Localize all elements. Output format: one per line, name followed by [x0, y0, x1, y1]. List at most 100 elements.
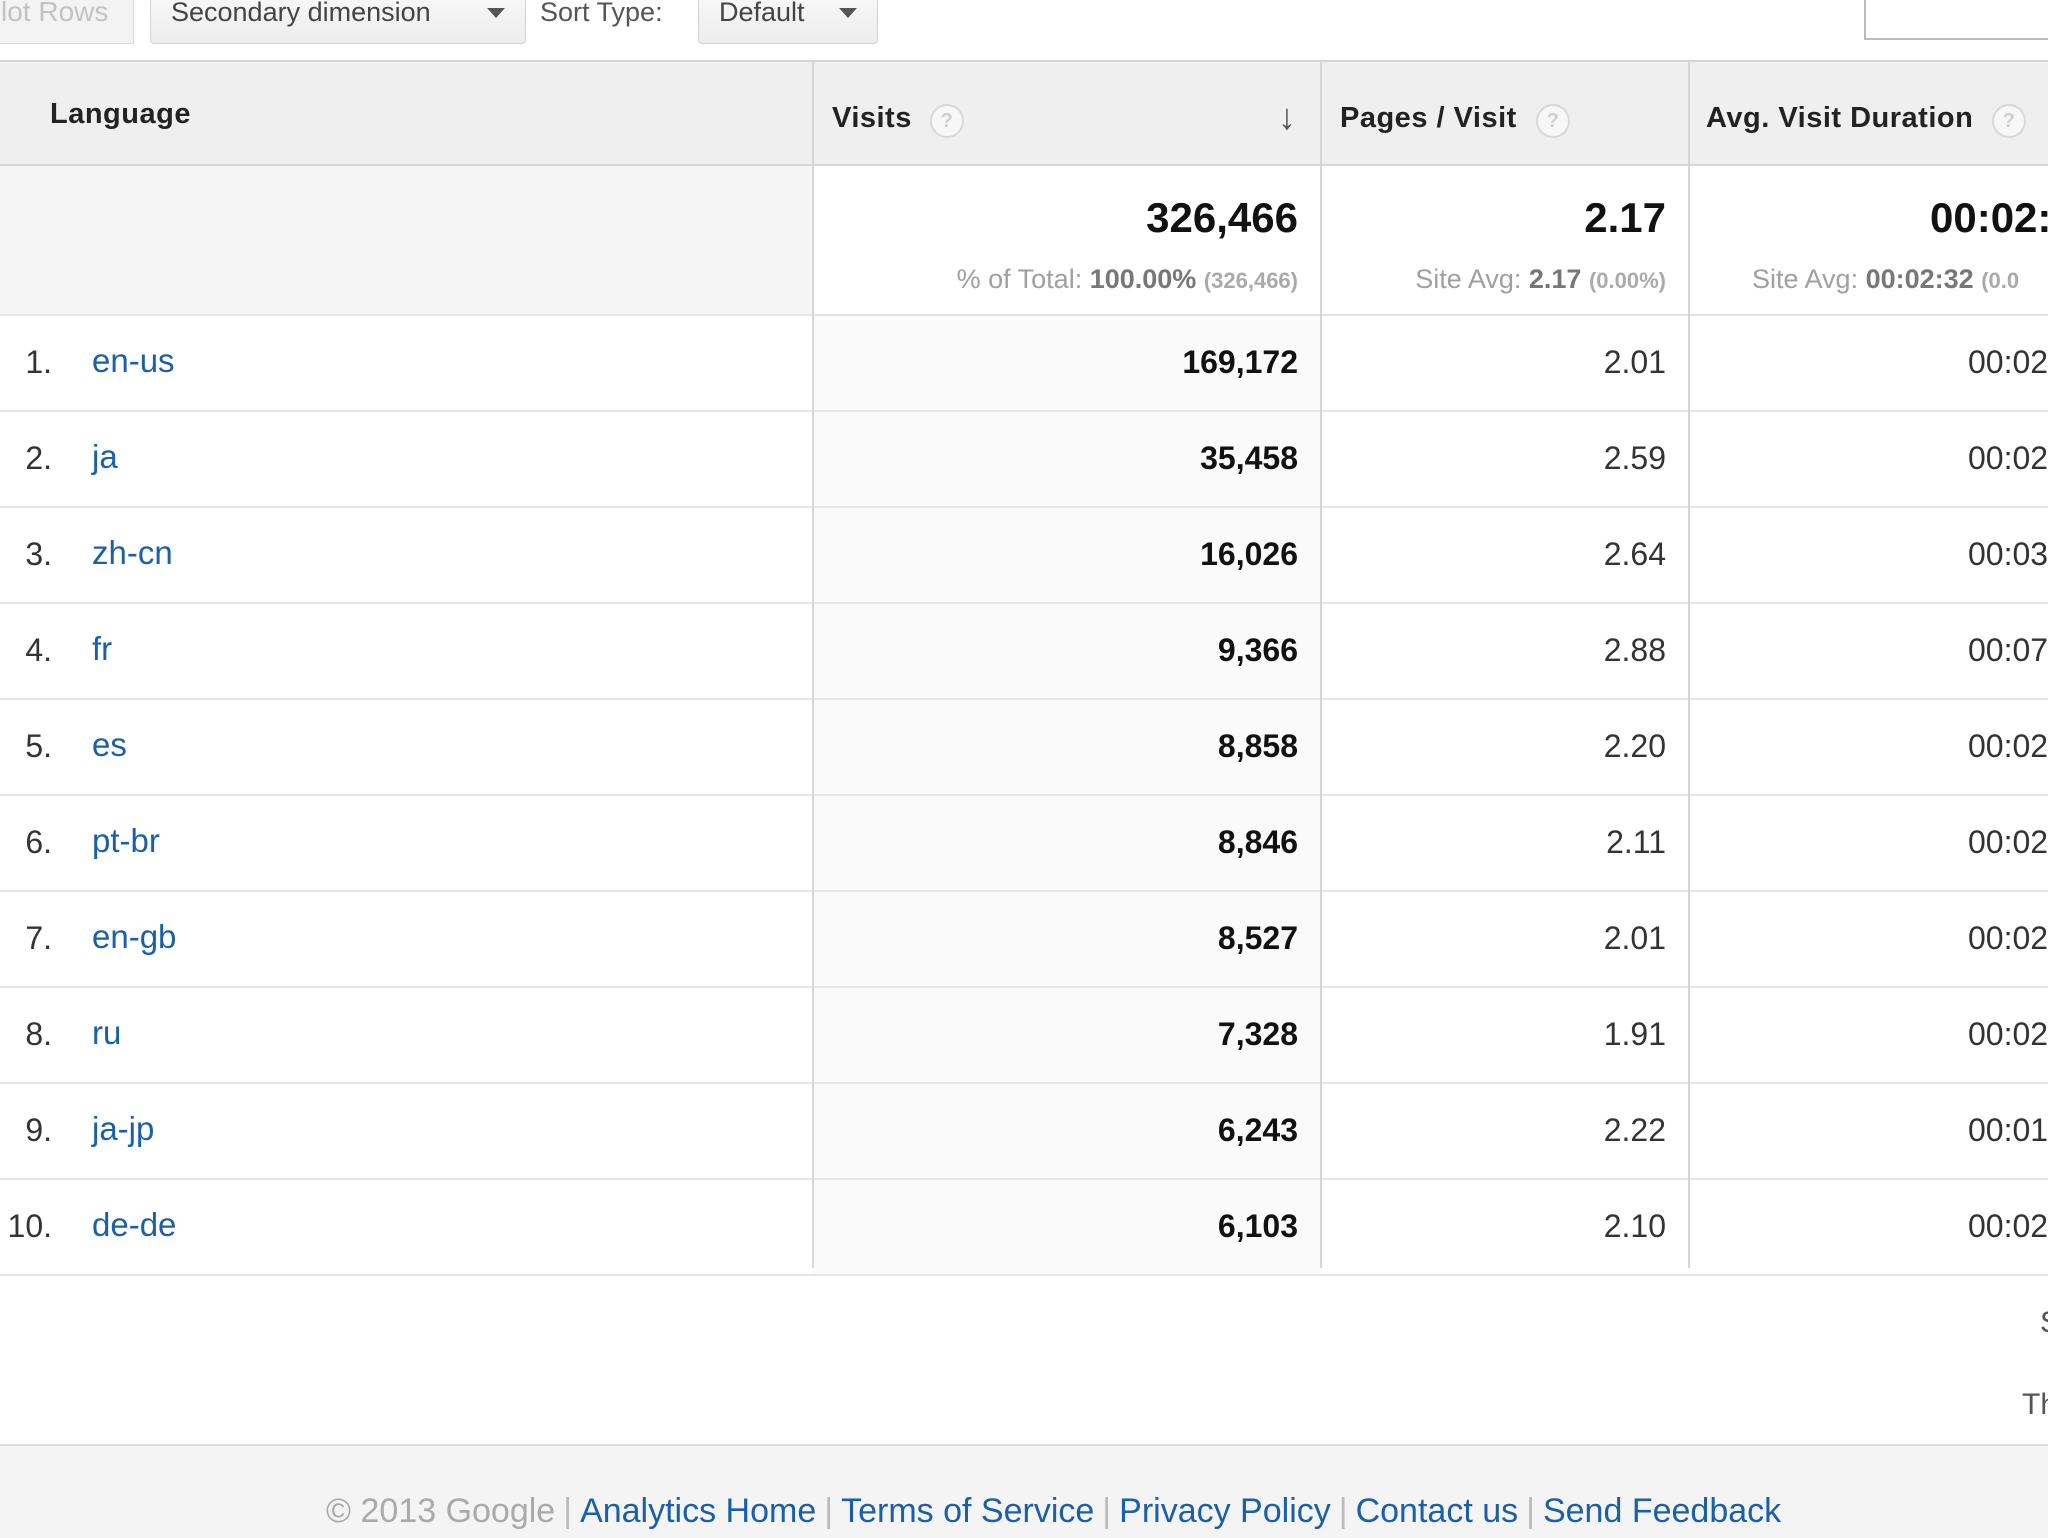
language-link[interactable]: ja-jp: [92, 1110, 154, 1148]
column-header-language[interactable]: Language: [0, 62, 812, 164]
language-link[interactable]: en-us: [92, 342, 175, 380]
footer-links: © 2013 Google | Analytics Home | Terms of Se…: [326, 1492, 1781, 1531]
row-index: 6.: [25, 824, 52, 860]
pages-per-visit-value: 2.01: [1603, 920, 1666, 956]
pages-per-visit-value: 2.88: [1603, 632, 1666, 668]
avg-duration-total: 00:02:: [1930, 194, 2048, 241]
chevron-down-icon: [487, 8, 505, 18]
language-link[interactable]: fr: [92, 630, 112, 668]
language-link[interactable]: en-gb: [92, 918, 176, 956]
avg-duration-value: 00:02: [1968, 440, 2048, 476]
language-link[interactable]: pt-br: [92, 822, 160, 860]
row-index: 7.: [25, 920, 52, 956]
page-footer: © 2013 Google | Analytics Home | Terms of Se…: [0, 1444, 2048, 1538]
pages-per-visit-site-avg: Site Avg: 2.17 (0.00%): [1415, 264, 1666, 295]
help-icon[interactable]: ?: [1992, 104, 2026, 138]
column-divider: [1688, 62, 1690, 1268]
column-header-label: Avg. Visit Duration: [1706, 102, 1974, 134]
pages-per-visit-value: 2.22: [1603, 1112, 1666, 1148]
table-row: 10. de-de 6,103 2.10 00:02: [0, 1180, 2048, 1276]
language-link[interactable]: de-de: [92, 1206, 176, 1244]
column-header-label: Language: [50, 98, 191, 130]
table-search-input[interactable]: [1864, 0, 2048, 40]
plot-rows-button[interactable]: lot Rows: [0, 0, 134, 44]
summary-language-cell: [0, 166, 812, 314]
avg-duration-value: 00:02: [1968, 920, 2048, 956]
visits-value: 6,243: [1217, 1112, 1298, 1148]
table-row: 3. zh-cn 16,026 2.64 00:03: [0, 508, 2048, 604]
visits-value: 16,026: [1200, 536, 1298, 572]
summary-row: 326,466 % of Total: 100.00% (326,466) 2.…: [0, 166, 2048, 316]
separator: |: [824, 1492, 834, 1530]
sort-type-label: Sort Type:: [540, 0, 663, 27]
help-icon[interactable]: ?: [930, 104, 964, 138]
column-header-avg-visit-duration[interactable]: Avg. Visit Duration ?: [1690, 62, 2048, 164]
visits-pct-value: 100.00%: [1089, 264, 1197, 294]
chevron-down-icon: [839, 8, 857, 18]
visits-value: 169,172: [1182, 344, 1298, 380]
contact-us-link[interactable]: Contact us: [1356, 1492, 1519, 1530]
visits-value: 8,846: [1217, 824, 1298, 860]
dur-site-value: 00:02:32: [1865, 264, 1974, 294]
sort-descending-icon[interactable]: ↓: [1278, 96, 1296, 138]
pages-per-visit-value: 1.91: [1603, 1016, 1666, 1052]
ppv-site-delta: (0.00%): [1588, 268, 1666, 293]
language-link[interactable]: ja: [92, 438, 118, 476]
send-feedback-link[interactable]: Send Feedback: [1543, 1492, 1781, 1530]
row-index: 10.: [7, 1208, 52, 1244]
column-divider: [812, 62, 814, 1268]
avg-duration-value: 00:02: [1968, 1016, 2048, 1052]
help-icon[interactable]: ?: [1536, 104, 1570, 138]
row-index: 2.: [25, 440, 52, 476]
column-header-pages-per-visit[interactable]: Pages / Visit ?: [1322, 62, 1688, 164]
ppv-site-label: Site Avg:: [1415, 264, 1529, 294]
secondary-dimension-dropdown[interactable]: Secondary dimension: [150, 0, 526, 44]
column-header-label: Visits: [832, 102, 912, 134]
table-row: 2. ja 35,458 2.59 00:02: [0, 412, 2048, 508]
avg-duration-value: 00:01: [1968, 1112, 2048, 1148]
language-link[interactable]: zh-cn: [92, 534, 173, 572]
avg-duration-value: 00:02: [1968, 344, 2048, 380]
pages-per-visit-value: 2.01: [1603, 344, 1666, 380]
column-header-label: Pages / Visit: [1340, 102, 1517, 134]
terms-of-service-link[interactable]: Terms of Service: [841, 1492, 1094, 1530]
avg-duration-value: 00:02: [1968, 824, 2048, 860]
avg-duration-site-avg: Site Avg: 00:02:32 (0.0: [1752, 264, 2019, 295]
pages-per-visit-value: 2.10: [1603, 1208, 1666, 1244]
ppv-site-value: 2.17: [1528, 264, 1582, 294]
privacy-policy-link[interactable]: Privacy Policy: [1119, 1492, 1331, 1530]
table-row: 4. fr 9,366 2.88 00:07: [0, 604, 2048, 700]
row-index: 1.: [25, 344, 52, 380]
avg-duration-value: 00:02: [1968, 1208, 2048, 1244]
pages-per-visit-total: 2.17: [1584, 194, 1666, 241]
language-link[interactable]: es: [92, 726, 127, 764]
table-row: 6. pt-br 8,846 2.11 00:02: [0, 796, 2048, 892]
column-header-visits[interactable]: Visits ?: [814, 62, 1320, 164]
dur-site-delta: (0.0: [1981, 268, 2020, 293]
visits-value: 8,858: [1217, 728, 1298, 764]
row-index: 9.: [25, 1112, 52, 1148]
copyright-text: © 2013 Google: [326, 1492, 556, 1530]
pages-per-visit-value: 2.59: [1603, 440, 1666, 476]
language-link[interactable]: ru: [92, 1014, 121, 1052]
visits-value: 8,527: [1217, 920, 1298, 956]
visits-percent-of-total: % of Total: 100.00% (326,466): [957, 264, 1298, 295]
pages-per-visit-value: 2.20: [1603, 728, 1666, 764]
separator: |: [1526, 1492, 1535, 1530]
sort-type-dropdown[interactable]: Default: [698, 0, 878, 44]
visits-pct-abs: (326,466): [1203, 268, 1298, 293]
truncated-text: Th: [2022, 1388, 2048, 1421]
sort-type-value: Default: [719, 0, 805, 27]
visits-pct-label: % of Total:: [956, 264, 1090, 294]
column-divider: [1320, 62, 1322, 1268]
row-index: 5.: [25, 728, 52, 764]
table-header: Language Visits ? ↓ Pages / Visit ? Avg.…: [0, 62, 2048, 166]
analytics-home-link[interactable]: Analytics Home: [580, 1492, 816, 1530]
avg-duration-value: 00:07: [1968, 632, 2048, 668]
dur-site-label: Site Avg:: [1752, 264, 1866, 294]
data-table: Language Visits ? ↓ Pages / Visit ? Avg.…: [0, 60, 2048, 1282]
table-row: 9. ja-jp 6,243 2.22 00:01: [0, 1084, 2048, 1180]
pages-per-visit-value: 2.64: [1603, 536, 1666, 572]
separator: |: [1338, 1492, 1348, 1530]
visits-value: 7,328: [1217, 1016, 1298, 1052]
